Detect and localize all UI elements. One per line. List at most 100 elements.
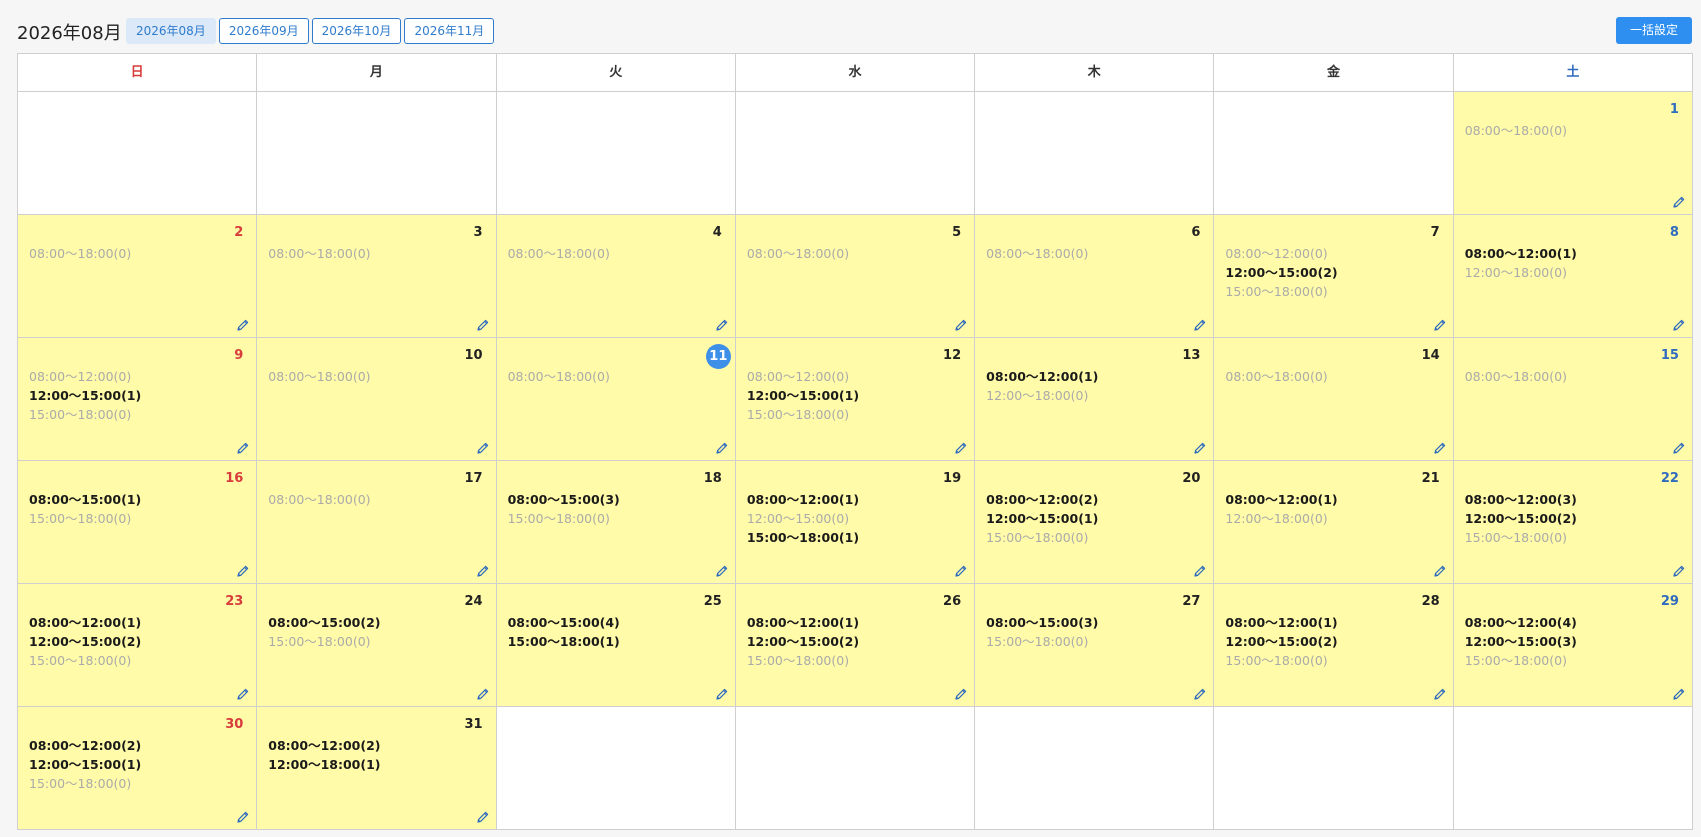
time-slot-booked[interactable]: 12:00〜15:00(2) — [29, 632, 141, 651]
pencil-edit-icon[interactable] — [1672, 318, 1686, 332]
time-slot-booked[interactable]: 08:00〜12:00(3) — [1465, 490, 1577, 509]
day-cell[interactable]: 22 08:00〜12:00(3) 12:00〜15:00(2) 15:00〜18:0… — [1453, 461, 1692, 583]
day-cell[interactable]: 5 08:00〜18:00(0) — [735, 215, 976, 337]
time-slot-booked[interactable]: 12:00〜15:00(2) — [1225, 263, 1337, 282]
time-slot-booked[interactable]: 08:00〜12:00(1) — [747, 613, 859, 632]
day-cell[interactable]: 9 08:00〜12:00(0) 12:00〜15:00(1) 15:00〜18:00… — [18, 338, 258, 460]
time-slot-empty[interactable]: 15:00〜18:00(0) — [1465, 528, 1577, 547]
day-cell[interactable]: 31 08:00〜12:00(2) 12:00〜18:00(1) — [257, 707, 497, 829]
time-slot-booked[interactable]: 08:00〜12:00(4) — [1465, 613, 1577, 632]
pencil-edit-icon[interactable] — [476, 687, 490, 701]
day-cell[interactable]: 15 08:00〜18:00(0) — [1453, 338, 1692, 460]
time-slot-booked[interactable]: 12:00〜15:00(1) — [747, 386, 859, 405]
day-cell[interactable]: 12 08:00〜12:00(0) 12:00〜15:00(1) 15:00〜18:0… — [735, 338, 976, 460]
day-cell[interactable]: 4 08:00〜18:00(0) — [496, 215, 736, 337]
time-slot-booked[interactable]: 12:00〜15:00(1) — [29, 755, 141, 774]
pencil-edit-icon[interactable] — [1433, 441, 1447, 455]
day-cell[interactable]: 25 08:00〜15:00(4) 15:00〜18:00(1) — [496, 584, 736, 706]
time-slot-empty[interactable]: 15:00〜18:00(0) — [29, 774, 141, 793]
time-slot-booked[interactable]: 15:00〜18:00(1) — [747, 528, 859, 547]
time-slot-empty[interactable]: 08:00〜18:00(0) — [508, 367, 610, 386]
pencil-edit-icon[interactable] — [1193, 318, 1207, 332]
time-slot-booked[interactable]: 12:00〜15:00(1) — [986, 509, 1098, 528]
time-slot-empty[interactable]: 12:00〜18:00(0) — [986, 386, 1098, 405]
time-slot-empty[interactable]: 12:00〜18:00(0) — [1225, 509, 1337, 528]
time-slot-booked[interactable]: 08:00〜15:00(2) — [268, 613, 380, 632]
time-slot-empty[interactable]: 08:00〜18:00(0) — [268, 490, 370, 509]
day-cell[interactable]: 3 08:00〜18:00(0) — [257, 215, 497, 337]
pencil-edit-icon[interactable] — [954, 687, 968, 701]
day-cell[interactable]: 27 08:00〜15:00(3) 15:00〜18:00(0) — [975, 584, 1215, 706]
day-cell[interactable]: 28 08:00〜12:00(1) 12:00〜15:00(2) 15:00〜18:0… — [1214, 584, 1454, 706]
day-cell[interactable]: 19 08:00〜12:00(1) 12:00〜15:00(0) 15:00〜18:0… — [735, 461, 976, 583]
pencil-edit-icon[interactable] — [715, 564, 729, 578]
pencil-edit-icon[interactable] — [236, 687, 250, 701]
time-slot-empty[interactable]: 15:00〜18:00(0) — [747, 405, 859, 424]
time-slot-empty[interactable]: 15:00〜18:00(0) — [29, 509, 141, 528]
time-slot-empty[interactable]: 15:00〜18:00(0) — [747, 651, 859, 670]
day-cell[interactable]: 24 08:00〜15:00(2) 15:00〜18:00(0) — [257, 584, 497, 706]
month-tab[interactable]: 2026年09月 — [218, 18, 309, 44]
time-slot-booked[interactable]: 08:00〜15:00(3) — [986, 613, 1098, 632]
pencil-edit-icon[interactable] — [1672, 564, 1686, 578]
time-slot-empty[interactable]: 08:00〜18:00(0) — [508, 244, 610, 263]
pencil-edit-icon[interactable] — [236, 318, 250, 332]
month-tab[interactable]: 2026年11月 — [404, 18, 495, 44]
month-tab[interactable]: 2026年08月 — [126, 18, 216, 44]
time-slot-booked[interactable]: 12:00〜15:00(1) — [29, 386, 141, 405]
time-slot-booked[interactable]: 12:00〜15:00(2) — [1465, 509, 1577, 528]
pencil-edit-icon[interactable] — [1672, 687, 1686, 701]
time-slot-empty[interactable]: 08:00〜18:00(0) — [1225, 367, 1327, 386]
time-slot-booked[interactable]: 08:00〜15:00(3) — [508, 490, 620, 509]
time-slot-booked[interactable]: 12:00〜15:00(2) — [1225, 632, 1337, 651]
pencil-edit-icon[interactable] — [236, 810, 250, 824]
pencil-edit-icon[interactable] — [1193, 564, 1207, 578]
pencil-edit-icon[interactable] — [954, 564, 968, 578]
pencil-edit-icon[interactable] — [1433, 564, 1447, 578]
day-cell[interactable]: 18 08:00〜15:00(3) 15:00〜18:00(0) — [496, 461, 736, 583]
pencil-edit-icon[interactable] — [1672, 441, 1686, 455]
time-slot-empty[interactable]: 08:00〜18:00(0) — [986, 244, 1088, 263]
time-slot-booked[interactable]: 12:00〜15:00(2) — [747, 632, 859, 651]
day-cell[interactable]: 7 08:00〜12:00(0) 12:00〜15:00(2) 15:00〜18:00… — [1214, 215, 1454, 337]
day-cell[interactable]: 30 08:00〜12:00(2) 12:00〜15:00(1) 15:00〜18:0… — [18, 707, 258, 829]
time-slot-empty[interactable]: 08:00〜18:00(0) — [29, 244, 131, 263]
pencil-edit-icon[interactable] — [236, 564, 250, 578]
time-slot-empty[interactable]: 15:00〜18:00(0) — [1225, 282, 1337, 301]
time-slot-empty[interactable]: 15:00〜18:00(0) — [986, 528, 1098, 547]
pencil-edit-icon[interactable] — [476, 441, 490, 455]
time-slot-empty[interactable]: 15:00〜18:00(0) — [29, 651, 141, 670]
time-slot-empty[interactable]: 15:00〜18:00(0) — [1465, 651, 1577, 670]
pencil-edit-icon[interactable] — [715, 318, 729, 332]
pencil-edit-icon[interactable] — [476, 318, 490, 332]
time-slot-empty[interactable]: 15:00〜18:00(0) — [508, 509, 620, 528]
time-slot-empty[interactable]: 08:00〜12:00(0) — [29, 367, 141, 386]
day-cell[interactable]: 6 08:00〜18:00(0) — [975, 215, 1215, 337]
day-cell[interactable]: 11 08:00〜18:00(0) — [496, 338, 736, 460]
pencil-edit-icon[interactable] — [954, 318, 968, 332]
time-slot-empty[interactable]: 08:00〜18:00(0) — [268, 367, 370, 386]
time-slot-booked[interactable]: 08:00〜12:00(1) — [747, 490, 859, 509]
day-cell[interactable]: 8 08:00〜12:00(1) 12:00〜18:00(0) — [1453, 215, 1692, 337]
day-cell[interactable]: 13 08:00〜12:00(1) 12:00〜18:00(0) — [975, 338, 1215, 460]
day-cell[interactable]: 21 08:00〜12:00(1) 12:00〜18:00(0) — [1214, 461, 1454, 583]
time-slot-empty[interactable]: 08:00〜12:00(0) — [1225, 244, 1337, 263]
bulk-settings-button[interactable]: 一括設定 — [1615, 17, 1692, 44]
time-slot-booked[interactable]: 08:00〜12:00(1) — [986, 367, 1098, 386]
pencil-edit-icon[interactable] — [715, 441, 729, 455]
pencil-edit-icon[interactable] — [1672, 195, 1686, 209]
pencil-edit-icon[interactable] — [1193, 687, 1207, 701]
time-slot-empty[interactable]: 15:00〜18:00(0) — [29, 405, 141, 424]
time-slot-booked[interactable]: 15:00〜18:00(1) — [508, 632, 620, 651]
pencil-edit-icon[interactable] — [476, 564, 490, 578]
time-slot-empty[interactable]: 08:00〜18:00(0) — [1465, 367, 1567, 386]
day-cell[interactable]: 29 08:00〜12:00(4) 12:00〜15:00(3) 15:00〜18:0… — [1453, 584, 1692, 706]
pencil-edit-icon[interactable] — [236, 441, 250, 455]
day-cell[interactable]: 14 08:00〜18:00(0) — [1214, 338, 1454, 460]
day-cell[interactable]: 23 08:00〜12:00(1) 12:00〜15:00(2) 15:00〜18:0… — [18, 584, 258, 706]
time-slot-booked[interactable]: 12:00〜15:00(3) — [1465, 632, 1577, 651]
time-slot-empty[interactable]: 15:00〜18:00(0) — [1225, 651, 1337, 670]
time-slot-empty[interactable]: 08:00〜18:00(0) — [1465, 121, 1567, 140]
time-slot-booked[interactable]: 08:00〜15:00(4) — [508, 613, 620, 632]
day-cell[interactable]: 10 08:00〜18:00(0) — [257, 338, 497, 460]
